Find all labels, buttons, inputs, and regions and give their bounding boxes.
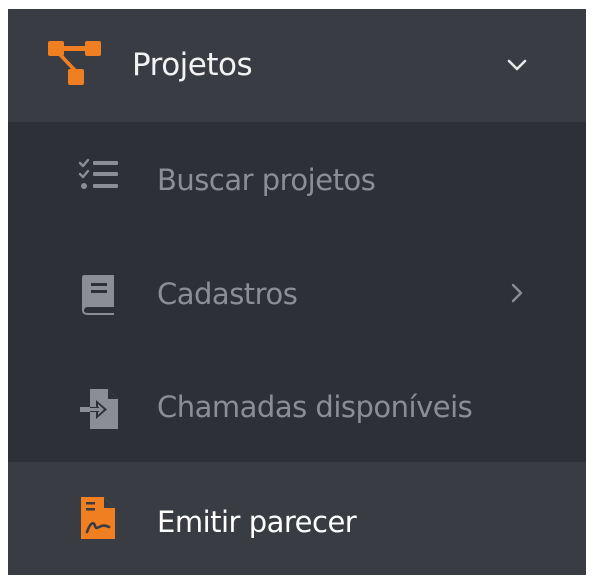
menu-item-cadastros[interactable]: Cadastros [8,235,586,348]
sidebar-menu: Projetos Buscar projetos Cadastros Chama… [8,9,586,575]
projetos-menu-toggle[interactable]: Projetos [8,9,586,122]
chevron-right-icon [510,281,524,305]
menu-item-label: Chamadas disponíveis [157,390,473,424]
menu-item-label: Cadastros [157,277,298,311]
menu-item-label: Buscar projetos [157,163,376,197]
menu-item-emitir-parecer[interactable]: Emitir parecer [8,462,586,575]
project-tree-icon [48,41,104,87]
menu-item-label: Emitir parecer [157,505,357,539]
menu-item-chamadas-disponiveis[interactable]: Chamadas disponíveis [8,348,586,461]
menu-item-buscar-projetos[interactable]: Buscar projetos [8,122,586,235]
chevron-down-icon[interactable] [505,57,529,73]
projetos-label: Projetos [132,47,253,83]
file-import-icon [78,387,122,431]
pdf-document-icon [78,496,122,540]
book-icon [78,273,122,317]
checklist-icon [78,157,122,201]
